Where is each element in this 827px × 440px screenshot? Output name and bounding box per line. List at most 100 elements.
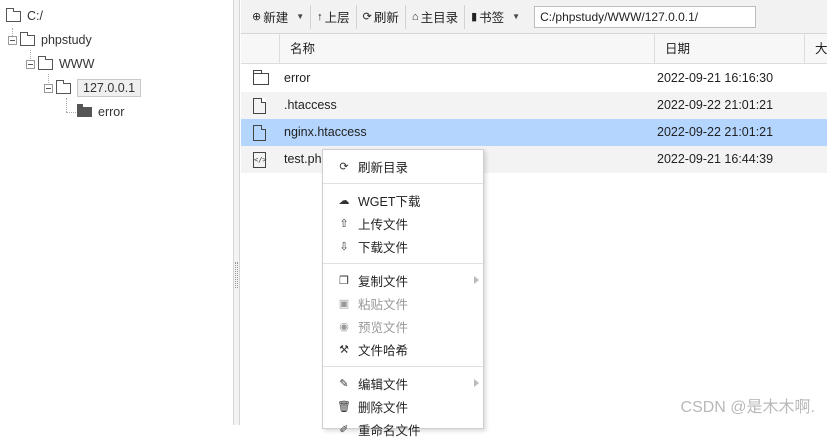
copy-icon: ❐ — [337, 274, 351, 287]
table-header: 名称 日期 大 — [241, 34, 827, 64]
menu-item-label: 重命名文件 — [358, 420, 421, 439]
hammer-icon: ⚒ — [337, 343, 351, 356]
menu-item-delete[interactable]: 🗑 删除文件 — [323, 395, 483, 417]
directory-tree: C:/ phpstudy WWW 127.0.0.1 error — [0, 0, 234, 425]
file-name: .htaccess — [284, 92, 337, 119]
file-date: 2022-09-21 16:16:30 — [657, 65, 773, 92]
folder-icon — [77, 107, 92, 117]
file-name: nginx.htaccess — [284, 119, 367, 146]
folder-icon — [56, 83, 71, 94]
menu-item-paste[interactable]: ▣ 粘贴文件 — [323, 292, 483, 314]
download-icon: ⇩ — [337, 240, 351, 253]
upload-icon: ⇧ — [337, 217, 351, 230]
table-row[interactable]: error 2022-09-21 16:16:30 — [241, 65, 827, 92]
file-icon — [253, 98, 266, 114]
folder-icon — [20, 35, 35, 46]
menu-item-label: 粘贴文件 — [358, 294, 408, 313]
file-date: 2022-09-22 21:01:21 — [657, 92, 773, 119]
menu-item-label: 刷新目录 — [358, 157, 408, 176]
tree-connector — [66, 98, 67, 112]
menu-item-upload[interactable]: ⇧ 上传文件 — [323, 212, 483, 234]
eye-icon: ◉ — [337, 320, 351, 333]
menu-item-label: 下载文件 — [358, 237, 408, 256]
up-label: 上层 — [325, 7, 350, 26]
menu-item-rename[interactable]: ✐ 重命名文件 — [323, 418, 483, 440]
collapse-icon[interactable] — [44, 84, 53, 93]
file-icon — [253, 125, 266, 141]
tree-node-label: error — [98, 105, 124, 119]
chevron-down-icon: ▼ — [296, 12, 304, 21]
folder-icon — [38, 59, 53, 70]
menu-item-label: WGET下载 — [358, 191, 421, 210]
rename-icon: ✐ — [337, 423, 351, 436]
home-button[interactable]: ⌂ 主目录 — [406, 5, 465, 29]
arrow-up-icon: ↑ — [317, 11, 323, 23]
tree-node-label: WWW — [59, 57, 94, 71]
menu-item-download[interactable]: ⇩ 下载文件 — [323, 235, 483, 257]
cloud-download-icon: ☁ — [337, 194, 351, 207]
trash-icon: 🗑 — [337, 400, 351, 413]
collapse-icon[interactable] — [26, 60, 35, 69]
column-header-name[interactable]: 名称 — [279, 34, 654, 64]
file-date: 2022-09-22 21:01:21 — [657, 119, 773, 146]
plus-circle-icon: ⊕ — [252, 10, 261, 23]
table-row[interactable]: nginx.htaccess 2022-09-22 21:01:21 — [241, 119, 827, 146]
home-label: 主目录 — [421, 7, 459, 26]
tree-node-error[interactable]: error — [77, 102, 124, 122]
refresh-button[interactable]: ⟳ 刷新 — [357, 5, 406, 29]
new-label: 新建 — [263, 7, 288, 26]
chevron-down-icon: ▼ — [512, 12, 520, 21]
file-name: test.ph — [284, 146, 322, 173]
refresh-label: 刷新 — [374, 7, 399, 26]
watermark: CSDN @是木木啊. — [681, 393, 815, 417]
menu-item-label: 复制文件 — [358, 271, 408, 290]
menu-item-label: 删除文件 — [358, 397, 408, 416]
tree-node-c[interactable]: C:/ — [6, 6, 43, 26]
edit-icon: ✎ — [337, 377, 351, 390]
menu-item-refresh[interactable]: ⟳ 刷新目录 — [323, 155, 483, 177]
context-menu: ⟳ 刷新目录 ☁ WGET下载 ⇧ 上传文件 ⇩ 下载文件 ❐ 复制文件 ▣ 粘… — [322, 149, 484, 429]
home-icon: ⌂ — [412, 11, 419, 23]
new-button[interactable]: ⊕ 新建 ▼ — [246, 5, 311, 29]
menu-item-label: 预览文件 — [358, 317, 408, 336]
bookmark-label: 书签 — [479, 7, 504, 26]
paste-icon: ▣ — [337, 297, 351, 310]
menu-item-hash[interactable]: ⚒ 文件哈希 — [323, 338, 483, 360]
folder-icon — [253, 73, 269, 85]
column-header-date[interactable]: 日期 — [654, 34, 804, 64]
menu-item-label: 文件哈希 — [358, 340, 408, 359]
menu-divider — [323, 183, 483, 184]
file-date: 2022-09-21 16:44:39 — [657, 146, 773, 173]
refresh-icon: ⟳ — [337, 160, 351, 173]
tree-connector — [66, 112, 76, 113]
panel-splitter[interactable] — [234, 0, 240, 425]
file-name: error — [284, 65, 310, 92]
toolbar: ⊕ 新建 ▼ ↑ 上层 ⟳ 刷新 ⌂ 主目录 ▮ 书签 ▼ — [241, 0, 827, 34]
code-file-icon: </> — [253, 152, 266, 168]
tree-node-127-0-0-1[interactable]: 127.0.0.1 — [44, 78, 141, 98]
menu-divider — [323, 263, 483, 264]
bookmark-icon: ▮ — [471, 10, 477, 23]
menu-divider — [323, 366, 483, 367]
column-header-size[interactable]: 大 — [804, 34, 827, 64]
tree-node-label: C:/ — [27, 9, 43, 23]
tree-node-www[interactable]: WWW — [26, 54, 94, 74]
tree-node-phpstudy[interactable]: phpstudy — [8, 30, 92, 50]
collapse-icon[interactable] — [8, 36, 17, 45]
submenu-arrow-icon — [474, 276, 479, 284]
menu-item-copy[interactable]: ❐ 复制文件 — [323, 269, 483, 291]
menu-item-wget[interactable]: ☁ WGET下载 — [323, 189, 483, 211]
tree-node-label: 127.0.0.1 — [77, 79, 141, 97]
menu-item-edit[interactable]: ✎ 编辑文件 — [323, 372, 483, 394]
splitter-grip[interactable] — [235, 262, 238, 288]
refresh-icon: ⟳ — [363, 10, 372, 23]
menu-item-preview[interactable]: ◉ 预览文件 — [323, 315, 483, 337]
menu-item-label: 上传文件 — [358, 214, 408, 233]
table-row[interactable]: .htaccess 2022-09-22 21:01:21 — [241, 92, 827, 119]
submenu-arrow-icon — [474, 379, 479, 387]
up-button[interactable]: ↑ 上层 — [311, 5, 357, 29]
bookmark-button[interactable]: ▮ 书签 ▼ — [465, 5, 526, 29]
folder-icon — [6, 11, 21, 22]
path-input[interactable] — [534, 6, 756, 28]
menu-item-label: 编辑文件 — [358, 374, 408, 393]
